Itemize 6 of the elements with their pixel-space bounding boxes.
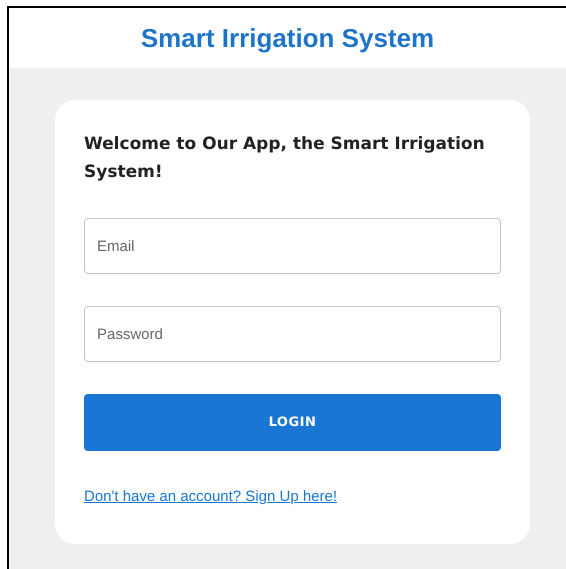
- input-field[interactable]: Password: [84, 306, 501, 362]
- input-field[interactable]: Email: [84, 218, 501, 274]
- signup-link[interactable]: Don't have an account? Sign Up here!: [84, 488, 338, 505]
- app-title: Smart Irrigation System: [140, 22, 434, 54]
- login-button[interactable]: LOGIN: [84, 394, 501, 451]
- welcome-heading: Welcome to Our App, the Smart Irrigation System!: [84, 133, 486, 184]
